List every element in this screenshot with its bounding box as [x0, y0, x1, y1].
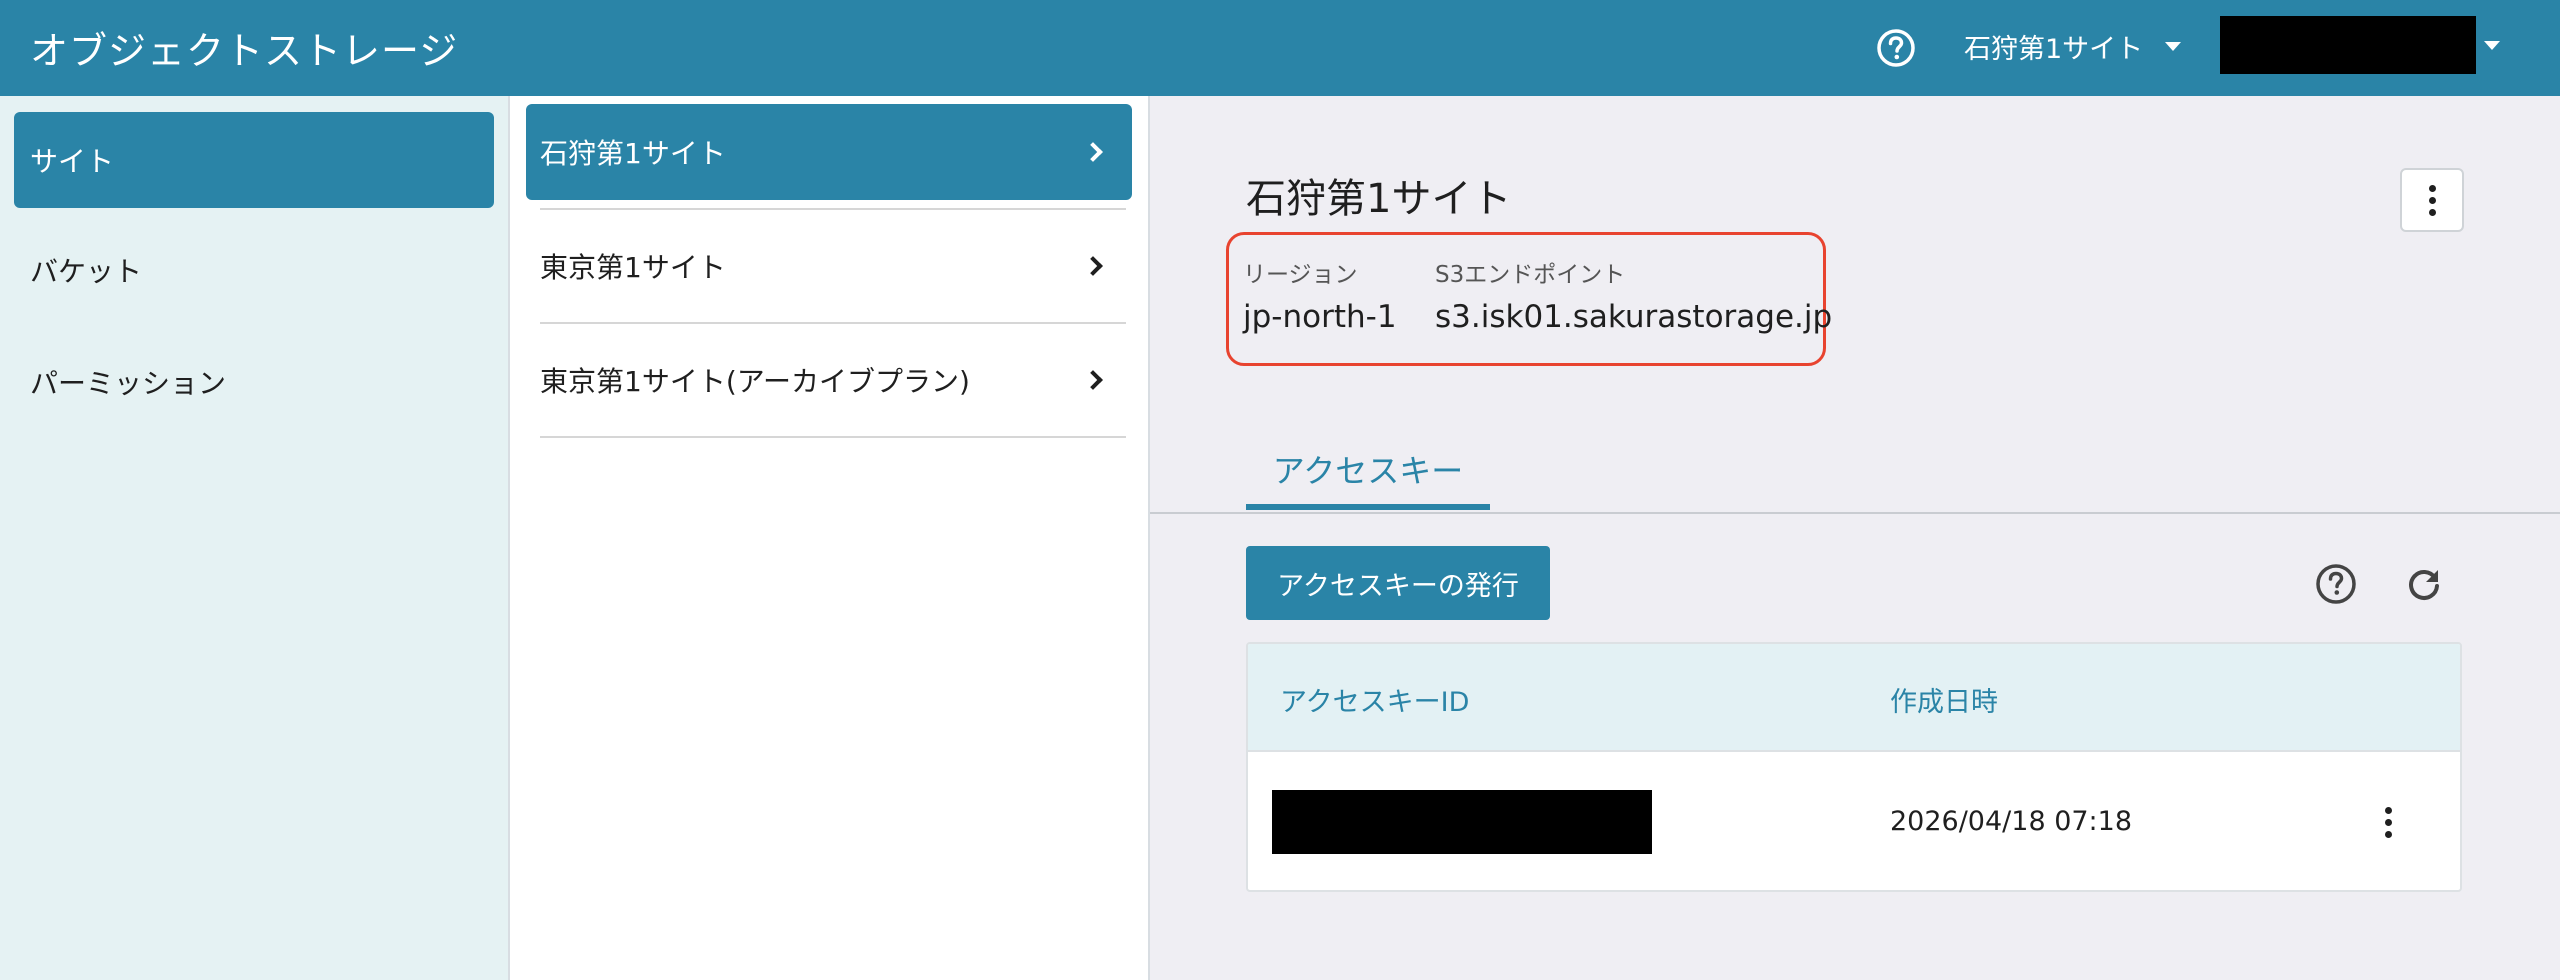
region-value: jp-north-1	[1243, 299, 1397, 335]
site-list-item-label: 石狩第1サイト	[540, 137, 726, 170]
divider	[540, 208, 1126, 210]
site-detail-panel: 石狩第1サイト リージョン jp-north-1 S3エンドポイント s3.is…	[1150, 96, 2560, 980]
table-row: 2026/04/18 07:18	[1248, 752, 2460, 890]
site-selector[interactable]: 石狩第1サイト	[1964, 26, 2182, 66]
row-more-options-button[interactable]	[2368, 796, 2408, 848]
divider	[540, 322, 1126, 324]
sidebar-item-site[interactable]: サイト	[14, 112, 494, 208]
tab-label: アクセスキー	[1272, 452, 1464, 490]
site-list-item[interactable]: 石狩第1サイト	[526, 104, 1132, 200]
caret-down-icon	[2484, 40, 2500, 50]
refresh-icon[interactable]	[2402, 562, 2446, 606]
chevron-right-icon	[1083, 142, 1103, 162]
column-header-created-at: 作成日時	[1890, 687, 1998, 718]
kebab-icon-dot	[2384, 830, 2392, 838]
site-info-highlight: リージョン jp-north-1 S3エンドポイント s3.isk01.saku…	[1226, 232, 1832, 366]
created-at-cell: 2026/04/18 07:18	[1890, 806, 2133, 837]
issue-access-key-button[interactable]: アクセスキーの発行	[1246, 546, 1550, 620]
page-title: 石狩第1サイト	[1246, 176, 1512, 222]
redacted-access-key-id	[1272, 790, 1652, 854]
divider	[540, 436, 1126, 438]
more-options-button[interactable]	[2400, 168, 2464, 232]
kebab-icon-dot	[2384, 818, 2392, 826]
sidebar-item-label: バケット	[30, 255, 143, 288]
site-list-item-label: 東京第1サイト	[540, 251, 726, 284]
site-list-item-label: 東京第1サイト(アーカイブプラン)	[540, 365, 970, 398]
site-list-item[interactable]: 東京第1サイト(アーカイブプラン)	[526, 332, 1132, 428]
help-icon[interactable]	[2314, 562, 2358, 606]
access-key-table: アクセスキーID 作成日時 2026/04/18 07:18	[1246, 642, 2462, 892]
kebab-icon-dot	[2428, 196, 2436, 204]
sidebar-item-permission[interactable]: パーミッション	[14, 334, 494, 430]
help-icon[interactable]	[1876, 28, 1916, 68]
site-list-item[interactable]: 東京第1サイト	[526, 218, 1132, 314]
site-list-panel: 石狩第1サイト 東京第1サイト 東京第1サイト(アーカイブプラン)	[510, 96, 1150, 980]
redacted-user-name	[2220, 16, 2476, 74]
caret-down-icon	[2165, 41, 2182, 51]
tab-divider	[1150, 512, 2560, 514]
left-sidebar: サイト バケット パーミッション	[0, 96, 510, 980]
sidebar-item-label: パーミッション	[30, 367, 227, 400]
user-menu[interactable]	[2220, 16, 2500, 74]
kebab-icon-dot	[2428, 208, 2436, 216]
kebab-icon	[2384, 806, 2392, 814]
region-label: リージョン	[1243, 262, 1358, 288]
column-header-access-key-id: アクセスキーID	[1280, 687, 1470, 718]
endpoint-value: s3.isk01.sakurastorage.jp	[1435, 299, 1833, 335]
sidebar-item-bucket[interactable]: バケット	[14, 222, 494, 318]
site-selector-label: 石狩第1サイト	[1964, 33, 2144, 65]
endpoint-label: S3エンドポイント	[1435, 262, 1626, 288]
table-header: アクセスキーID 作成日時	[1248, 644, 2460, 752]
tab-access-key[interactable]: アクセスキー	[1246, 446, 1490, 510]
chevron-right-icon	[1083, 256, 1103, 276]
sidebar-item-label: サイト	[30, 145, 115, 178]
kebab-icon	[2428, 184, 2436, 192]
app-header: オブジェクトストレージ 石狩第1サイト	[0, 0, 2560, 96]
chevron-right-icon	[1083, 370, 1103, 390]
app-title: オブジェクトストレージ	[30, 29, 459, 73]
